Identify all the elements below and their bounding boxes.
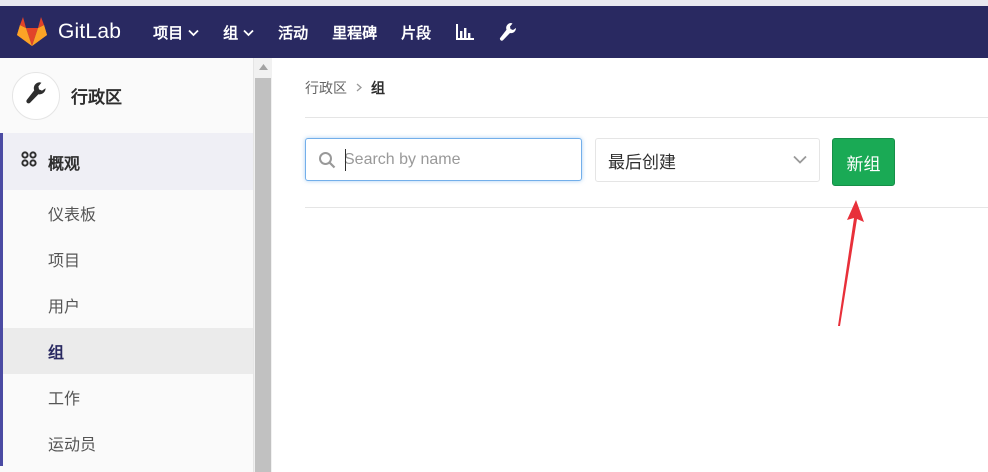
sidebar-section-overview[interactable]: 概观: [0, 133, 253, 190]
sidebar-item-groups[interactable]: 组: [3, 328, 253, 374]
chevron-right-icon: [356, 81, 362, 95]
sort-selected-value: 最后创建: [608, 152, 676, 172]
search-box[interactable]: [305, 138, 582, 181]
nav-snippets-label: 片段: [401, 24, 432, 42]
nav-snippets[interactable]: 片段: [401, 22, 431, 43]
main-content: 行政区 组 最后创建 新组: [272, 58, 988, 472]
annotation-arrow-icon: [836, 200, 866, 331]
scroll-up-arrow-icon[interactable]: [254, 58, 272, 76]
nav-projects[interactable]: 项目: [153, 22, 199, 43]
chart-icon[interactable]: [455, 23, 475, 41]
divider: [305, 207, 988, 208]
gitlab-logo-icon: [16, 17, 48, 47]
nav-milestones[interactable]: 里程碑: [332, 22, 377, 43]
nav-milestones-label: 里程碑: [332, 24, 378, 42]
brand[interactable]: GitLab: [16, 17, 121, 47]
sidebar: 行政区 概观 仪表板 项目 用户 组 工作 运动员: [0, 58, 254, 472]
chevron-down-icon: [188, 24, 199, 41]
search-input[interactable]: [344, 150, 564, 169]
nav-groups-label: 组: [223, 24, 239, 42]
breadcrumb-admin-link[interactable]: 行政区: [305, 78, 347, 98]
breadcrumb: 行政区 组: [305, 78, 385, 98]
nav-projects-label: 项目: [153, 24, 184, 42]
sidebar-header[interactable]: 行政区: [0, 58, 253, 133]
sidebar-item-dashboard[interactable]: 仪表板: [3, 190, 253, 236]
sidebar-section-label: 概观: [48, 155, 81, 173]
nav-groups[interactable]: 组: [223, 22, 254, 43]
brand-name: GitLab: [58, 20, 122, 43]
sidebar-item-users[interactable]: 用户: [3, 282, 253, 328]
new-group-button[interactable]: 新组: [832, 138, 895, 186]
main-nav: 项目 组 活动 里程碑 片段: [153, 6, 541, 58]
sidebar-title: 行政区: [71, 88, 122, 107]
grid-icon: [21, 151, 37, 172]
avatar: [12, 71, 60, 120]
nav-activity-label: 活动: [278, 24, 309, 42]
breadcrumb-current: 组: [371, 80, 385, 96]
wrench-icon: [25, 81, 47, 110]
scrollbar-thumb[interactable]: [255, 78, 271, 472]
sidebar-item-jobs[interactable]: 工作: [3, 374, 253, 420]
sidebar-subnav: 仪表板 项目 用户 组 工作 运动员: [0, 190, 253, 466]
divider: [305, 117, 988, 118]
top-navbar: GitLab 项目 组 活动 里程碑 片段: [0, 0, 988, 58]
sort-dropdown[interactable]: 最后创建: [595, 138, 820, 182]
nav-activity[interactable]: 活动: [278, 22, 308, 43]
search-icon: [318, 151, 336, 169]
sidebar-item-runners[interactable]: 运动员: [3, 420, 253, 466]
sidebar-scrollbar[interactable]: [254, 58, 272, 472]
wrench-icon[interactable]: [499, 22, 517, 42]
text-cursor: [345, 149, 346, 171]
chevron-down-icon: [793, 151, 807, 169]
chevron-down-icon: [243, 24, 254, 41]
sidebar-item-projects[interactable]: 项目: [3, 236, 253, 282]
